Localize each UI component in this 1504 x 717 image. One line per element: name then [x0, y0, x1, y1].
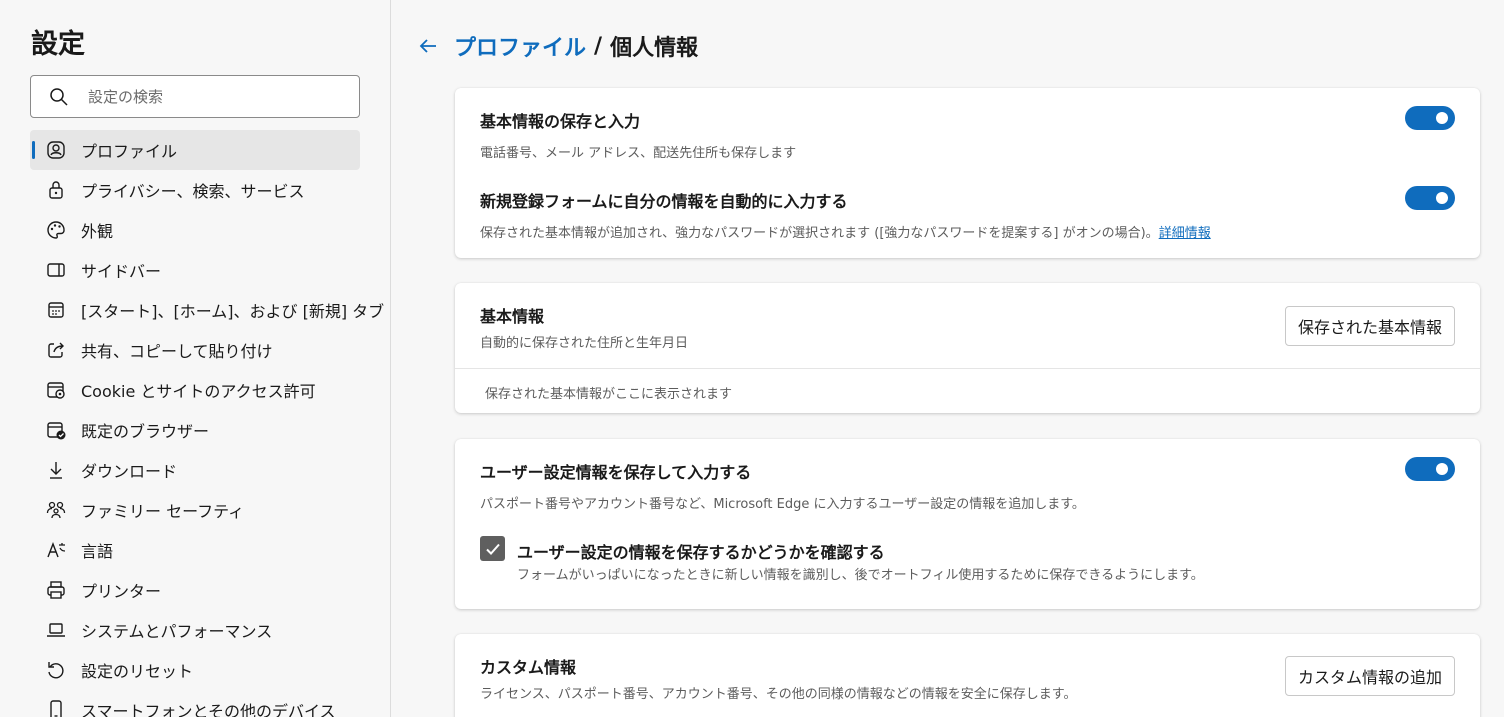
- save-custom-info-title: ユーザー設定情報を保存して入力する: [480, 463, 752, 482]
- search-icon: [49, 87, 69, 107]
- custom-info-desc: ライセンス、パスポート番号、アカウント番号、その他の同様の情報などの情報を安全に…: [480, 687, 1077, 702]
- family-icon: [45, 499, 67, 521]
- save-basic-info-toggle[interactable]: [1405, 106, 1455, 130]
- sidebar-item-appearance[interactable]: 外観: [30, 210, 360, 250]
- sidebar-item-system-performance[interactable]: システムとパフォーマンス: [30, 610, 360, 650]
- sidebar-item-label: ファミリー セーフティ: [81, 502, 245, 521]
- checkmark-icon: [485, 543, 500, 555]
- basic-info-title: 基本情報: [480, 307, 545, 326]
- sidebar-nav: プロファイル プライバシー、検索、サービス 外観 サイドバー [スタート]、[ホ…: [30, 130, 384, 717]
- divider: [455, 368, 1480, 369]
- sidebar-item-label: ダウンロード: [81, 462, 178, 481]
- basic-info-desc: 自動的に保存された住所と生年月日: [480, 336, 689, 351]
- sidebar-item-label: 外観: [81, 222, 114, 241]
- sidebar-item-label: [スタート]、[ホーム]、および [新規] タブ: [81, 302, 385, 321]
- sidebar-item-label: システムとパフォーマンス: [81, 622, 273, 641]
- sidebar-title: 設定: [31, 29, 85, 60]
- settings-sidebar: 設定 プロファイル プライバシー、検索、サービス 外観 サイドバー [スタート]…: [0, 0, 391, 717]
- sidebar-item-sidebar[interactable]: サイドバー: [30, 250, 360, 290]
- autofill-card: 基本情報の保存と入力 電話番号、メール アドレス、配送先住所も保存します 新規登…: [455, 88, 1480, 258]
- sidebar-item-label: 共有、コピーして貼り付け: [81, 342, 273, 361]
- save-basic-info-title: 基本情報の保存と入力: [480, 112, 641, 131]
- printer-icon: [45, 579, 67, 601]
- back-arrow-icon[interactable]: [416, 34, 440, 58]
- default-browser-icon: [45, 419, 67, 441]
- sidebar-item-start-home-newtab[interactable]: [スタート]、[ホーム]、および [新規] タブ: [30, 290, 384, 330]
- share-icon: [45, 339, 67, 361]
- sidebar-item-default-browser[interactable]: 既定のブラウザー: [30, 410, 360, 450]
- sidebar-item-languages[interactable]: 言語: [30, 530, 360, 570]
- sidebar-item-privacy[interactable]: プライバシー、検索、サービス: [30, 170, 360, 210]
- sidebar-item-label: 既定のブラウザー: [81, 422, 210, 441]
- page-title: 個人情報: [610, 36, 699, 61]
- main-content: プロファイル / 個人情報 基本情報の保存と入力 電話番号、メール アドレス、配…: [392, 0, 1504, 717]
- breadcrumb: プロファイル / 個人情報: [416, 30, 698, 62]
- sidebar-item-label: 設定のリセット: [81, 662, 194, 681]
- sidebar-item-profile[interactable]: プロファイル: [30, 130, 360, 170]
- download-icon: [45, 459, 67, 481]
- saved-basic-info-button[interactable]: 保存された基本情報: [1284, 306, 1455, 346]
- palette-icon: [45, 219, 67, 241]
- sidebar-item-reset-settings[interactable]: 設定のリセット: [30, 650, 360, 690]
- site-permissions-icon: [45, 379, 67, 401]
- phone-icon: [45, 699, 67, 717]
- sidebar-item-family-safety[interactable]: ファミリー セーフティ: [30, 490, 360, 530]
- signup-autofill-desc-text: 保存された基本情報が追加され、強力なパスワードが選択されます ([強力なパスワー…: [480, 226, 1159, 241]
- signup-autofill-toggle[interactable]: [1405, 186, 1455, 210]
- profile-icon: [45, 139, 67, 161]
- basic-info-card: 基本情報 自動的に保存された住所と生年月日 保存された基本情報 保存された基本情…: [455, 283, 1480, 413]
- confirm-save-title: ユーザー設定の情報を保存するかどうかを確認する: [517, 543, 885, 562]
- breadcrumb-profile-link[interactable]: プロファイル: [454, 30, 586, 62]
- sidebar-item-label: プロファイル: [81, 142, 178, 161]
- basic-info-empty-text: 保存された基本情報がここに表示されます: [485, 387, 733, 402]
- sidebar-item-cookies-permissions[interactable]: Cookie とサイトのアクセス許可: [30, 370, 360, 410]
- signup-autofill-desc: 保存された基本情報が追加され、強力なパスワードが選択されます ([強力なパスワー…: [480, 222, 1211, 241]
- save-basic-info-desc: 電話番号、メール アドレス、配送先住所も保存します: [480, 146, 797, 161]
- custom-info-card: カスタム情報 ライセンス、パスポート番号、アカウント番号、その他の同様の情報など…: [455, 634, 1480, 717]
- sidebar-item-label: サイドバー: [81, 262, 162, 281]
- custom-settings-card: ユーザー設定情報を保存して入力する パスポート番号やアカウント番号など、Micr…: [455, 439, 1480, 609]
- sidebar-item-share-copy-paste[interactable]: 共有、コピーして貼り付け: [30, 330, 360, 370]
- custom-info-title: カスタム情報: [480, 658, 577, 677]
- add-custom-info-button[interactable]: カスタム情報の追加: [1284, 656, 1455, 696]
- learn-more-link[interactable]: 詳細情報: [1159, 226, 1211, 241]
- search-box[interactable]: [30, 75, 360, 118]
- lock-icon: [45, 179, 67, 201]
- signup-autofill-title: 新規登録フォームに自分の情報を自動的に入力する: [480, 192, 848, 211]
- confirm-save-checkbox[interactable]: [480, 536, 505, 561]
- search-input[interactable]: [88, 87, 338, 106]
- save-custom-info-toggle[interactable]: [1405, 457, 1455, 481]
- sidebar-item-phone-devices[interactable]: スマートフォンとその他のデバイス: [30, 690, 360, 717]
- sidebar-item-label: プリンター: [81, 582, 162, 601]
- sidebar-item-downloads[interactable]: ダウンロード: [30, 450, 360, 490]
- breadcrumb-separator: /: [594, 33, 603, 59]
- laptop-icon: [45, 619, 67, 641]
- sidebar-item-label: プライバシー、検索、サービス: [81, 182, 305, 201]
- reset-icon: [45, 659, 67, 681]
- confirm-save-desc: フォームがいっぱいになったときに新しい情報を識別し、後でオートフィル使用するため…: [517, 568, 1204, 583]
- sidebar-item-printers[interactable]: プリンター: [30, 570, 360, 610]
- sidebar-item-label: 言語: [81, 542, 114, 561]
- sidebar-item-label: スマートフォンとその他のデバイス: [81, 702, 336, 717]
- new-tab-icon: [45, 299, 67, 321]
- save-custom-info-desc: パスポート番号やアカウント番号など、Microsoft Edge に入力するユー…: [480, 497, 1085, 512]
- language-icon: [45, 539, 67, 561]
- sidebar-item-label: Cookie とサイトのアクセス許可: [81, 382, 316, 401]
- sidebar-icon: [45, 259, 67, 281]
